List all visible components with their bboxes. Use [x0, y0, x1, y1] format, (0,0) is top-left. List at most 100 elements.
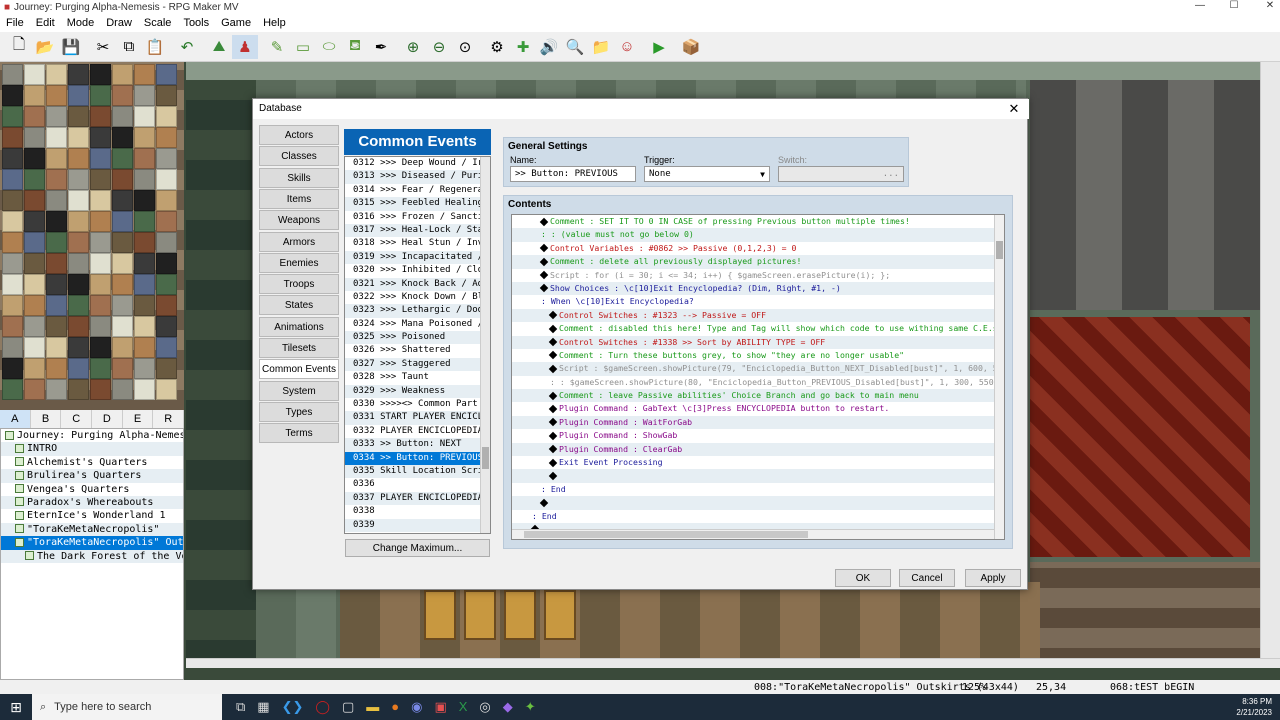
rpgmaker-icon[interactable]: ▣ — [434, 699, 446, 715]
category-states[interactable]: States — [259, 295, 339, 316]
tileset-tab-b[interactable]: B — [31, 410, 62, 428]
pencil-icon[interactable]: ✎ — [264, 35, 290, 59]
event-command-line[interactable]: Control Variables : #0862 >> Passive (0,… — [512, 242, 1004, 255]
common-event-item[interactable]: 0313 >>> Diseased / Purif··· — [345, 170, 490, 184]
menu-draw[interactable]: Draw — [106, 17, 132, 29]
menu-mode[interactable]: Mode — [67, 17, 95, 29]
common-event-item[interactable]: 0337 PLAYER ENCICLOPEDIA ··· — [345, 491, 490, 506]
save-project-icon[interactable]: 💾 — [58, 35, 84, 59]
commands-vertical-scrollbar[interactable] — [994, 215, 1004, 539]
tileset-tab-r[interactable]: R — [153, 410, 185, 428]
obs-icon[interactable]: ◎ — [479, 699, 490, 715]
ok-button[interactable]: OK — [835, 569, 891, 587]
cut-icon[interactable]: ✂ — [90, 35, 116, 59]
excel-icon[interactable]: X — [459, 699, 468, 715]
category-terms[interactable]: Terms — [259, 423, 339, 444]
change-maximum-button[interactable]: Change Maximum... — [345, 539, 490, 557]
tile-palette[interactable] — [0, 62, 184, 410]
category-troops[interactable]: Troops — [259, 274, 339, 295]
common-event-item[interactable]: 0318 >>> Heal Stun / Invi··· — [345, 237, 490, 250]
common-event-item[interactable]: 0334 >> Button: PREVIOUS — [345, 451, 490, 465]
cancel-button[interactable]: Cancel — [899, 569, 955, 587]
common-event-item[interactable]: 0314 >>> Fear / Regenerat··· — [345, 184, 490, 197]
common-event-item[interactable]: 0338 — [345, 505, 490, 518]
map-tree-item[interactable]: Paradox's Whereabouts — [1, 495, 183, 510]
category-enemies[interactable]: Enemies — [259, 252, 339, 273]
event-command-line[interactable]: Control Switches : #1323 --> Passive = O… — [512, 308, 1004, 323]
event-command-line[interactable]: Script : $gameScreen.showPicture(79, "En… — [512, 362, 1004, 376]
playtest-icon[interactable]: ▶ — [646, 35, 672, 59]
file-explorer-icon[interactable]: ▬ — [366, 699, 379, 715]
common-event-item[interactable]: 0324 >>> Mana Poisoned / ··· — [345, 318, 490, 331]
event-command-line[interactable]: Comment : leave Passive abilities' Choic… — [512, 389, 1004, 403]
map-mode-icon[interactable]: ⛰ — [206, 35, 232, 59]
common-event-item[interactable]: 0322 >>> Knock Down / Block — [345, 291, 490, 304]
map-tree-item[interactable]: Vengea's Quarters — [1, 483, 183, 496]
common-event-item[interactable]: 0328 >>> Taunt — [345, 371, 490, 384]
menu-game[interactable]: Game — [221, 17, 251, 29]
deployment-icon[interactable]: 📦 — [678, 35, 704, 59]
ellipse-icon[interactable]: ⬭ — [316, 35, 342, 59]
shadow-pen-icon[interactable]: ✒ — [368, 35, 394, 59]
menu-help[interactable]: Help — [263, 17, 286, 29]
common-event-item[interactable]: 0320 >>> Inhibited / Cloak — [345, 264, 490, 277]
map-tree-item[interactable]: Brulirea's Quarters — [1, 469, 183, 483]
category-items[interactable]: Items — [259, 188, 339, 209]
menu-file[interactable]: File — [6, 17, 24, 29]
common-event-item[interactable]: 0331 START PLAYER ENCICLO··· — [345, 411, 490, 425]
menu-tools[interactable]: Tools — [183, 17, 209, 29]
dialog-close-icon[interactable]: ✕ — [1005, 99, 1023, 119]
menu-scale[interactable]: Scale — [144, 17, 172, 29]
common-event-item[interactable]: 0325 >>> Poisoned — [345, 331, 490, 345]
app-icon-2[interactable]: ◆ — [503, 699, 513, 715]
map-tree-item[interactable]: INTRO — [1, 442, 183, 456]
undo-icon[interactable]: ↶ — [174, 35, 200, 59]
event-command-line[interactable]: Control Switches : #1338 >> Sort by ABIL… — [512, 335, 1004, 349]
event-command-line[interactable]: Plugin Command : GabText \c[3]Press ENCY… — [512, 402, 1004, 415]
paste-icon[interactable]: 📋 — [142, 35, 168, 59]
copy-icon[interactable]: ⧉ — [116, 35, 142, 59]
tileset-tab-d[interactable]: D — [92, 410, 123, 428]
tileset-tab-a[interactable]: A — [0, 410, 31, 428]
event-command-line[interactable]: Script : for (i = 30; i <= 34; i++) { $g… — [512, 269, 1004, 282]
common-event-item[interactable]: 0327 >>> Staggered — [345, 357, 490, 372]
common-event-item[interactable]: 0321 >>> Knock Back / Adv··· — [345, 277, 490, 291]
map-tree-item[interactable]: EternIce's Wonderland 1 — [1, 509, 183, 522]
list-scrollbar[interactable] — [480, 157, 490, 533]
event-command-line[interactable]: : End — [512, 483, 1004, 496]
map-tree-item[interactable]: Alchemist's Quarters — [1, 456, 183, 469]
common-event-item[interactable]: 0319 >>> Incapacitated / ··· — [345, 250, 490, 265]
common-event-item[interactable]: 0332 PLAYER ENCICLOPEDIA — [345, 425, 490, 438]
event-command-line[interactable]: Comment : disabled this here! Type and T… — [512, 322, 1004, 335]
event-command-line[interactable]: Exit Event Processing — [512, 456, 1004, 469]
event-command-line[interactable]: : End — [512, 510, 1004, 523]
close-window-button[interactable]: ✕ — [1250, 0, 1280, 14]
sound-test-icon[interactable]: 🔊 — [536, 35, 562, 59]
common-event-item[interactable]: 0330 >>>><> Common Part — [345, 398, 490, 411]
actual-size-icon[interactable]: ⊙ — [452, 35, 478, 59]
new-project-icon[interactable]: 🗋 — [6, 35, 32, 59]
event-command-list[interactable]: Comment : SET IT TO 0 IN CASE of pressin… — [511, 214, 1005, 540]
database-icon[interactable]: ⚙ — [484, 35, 510, 59]
windows-start-icon[interactable]: ⊞ — [0, 699, 32, 716]
event-command-line[interactable]: Show Choices : \c[10]Exit Encyclopedia? … — [512, 281, 1004, 296]
category-armors[interactable]: Armors — [259, 231, 339, 252]
map-tree-item[interactable]: "ToraKeMetaNecropolis" — [1, 522, 183, 537]
category-actors[interactable]: Actors — [259, 125, 339, 145]
common-event-item[interactable]: 0339 — [345, 518, 490, 532]
category-weapons[interactable]: Weapons — [259, 210, 339, 231]
resource-manager-icon[interactable]: 📁 — [588, 35, 614, 59]
event-command-line[interactable]: Plugin Command : WaitForGab — [512, 415, 1004, 430]
open-project-icon[interactable]: 📂 — [32, 35, 58, 59]
event-command-line[interactable] — [512, 469, 1004, 483]
event-mode-icon[interactable]: ♟ — [232, 34, 258, 59]
category-classes[interactable]: Classes — [259, 146, 339, 167]
event-command-line[interactable]: : : $gameScreen.showPicture(80, "Enciclo… — [512, 376, 1004, 389]
event-command-line[interactable]: Comment : SET IT TO 0 IN CASE of pressin… — [512, 215, 1004, 228]
common-event-item[interactable]: 0333 >> Button: NEXT — [345, 438, 490, 452]
event-command-line[interactable]: : : (value must not go below 0) — [512, 228, 1004, 242]
tileset-tab-c[interactable]: C — [61, 410, 93, 428]
discord-icon[interactable]: ◉ — [411, 699, 422, 715]
opera-icon[interactable]: ◯ — [315, 699, 330, 715]
common-event-item[interactable]: 0336 — [345, 478, 490, 491]
